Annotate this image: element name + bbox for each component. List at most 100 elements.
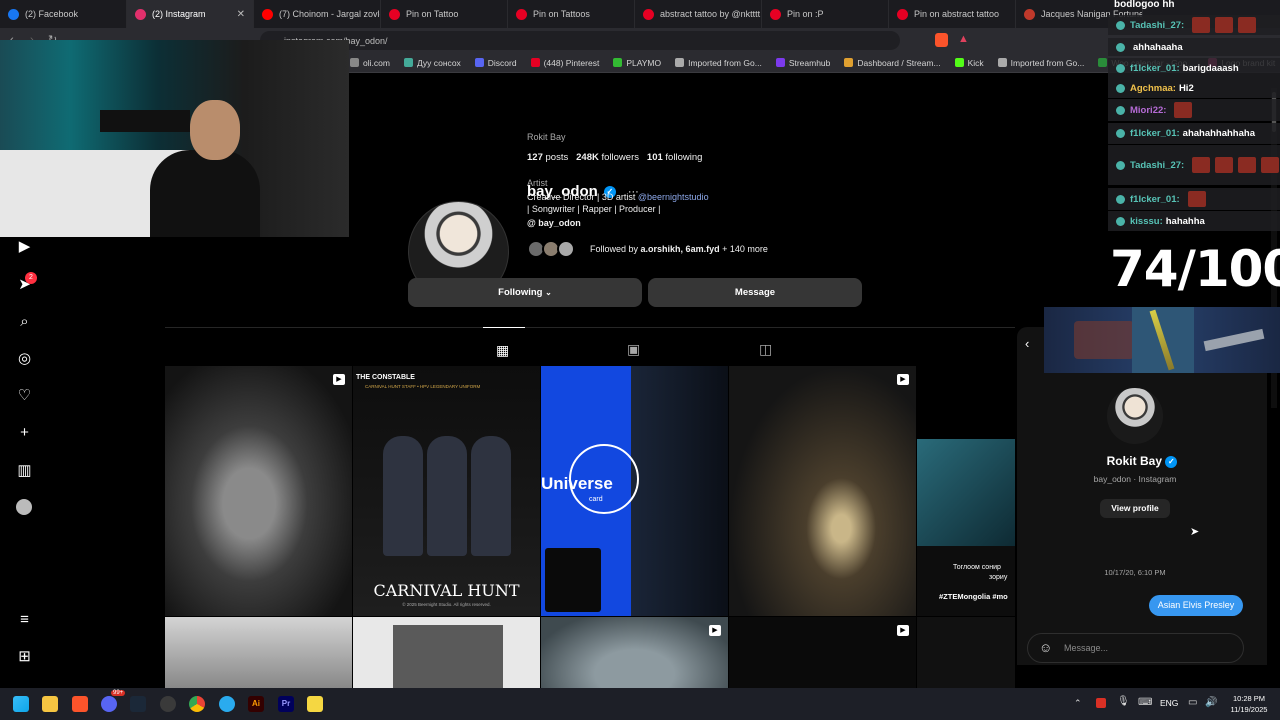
followers-label[interactable]: followers <box>602 152 640 163</box>
back-chevron-icon[interactable]: ‹ <box>1025 336 1029 351</box>
apps-icon[interactable]: ⊞ <box>16 648 33 665</box>
post-thumbnail[interactable]: ▶ <box>729 617 916 688</box>
tab-posts-grid-icon[interactable]: ▦ <box>496 342 509 359</box>
dm-message-input[interactable]: ☺ Message... <box>1027 633 1244 663</box>
bookmark-label: Kick <box>967 57 984 68</box>
dashboard-icon[interactable]: ▥ <box>16 462 33 479</box>
post-thumbnail[interactable] <box>917 439 1015 546</box>
obs-icon[interactable] <box>160 696 176 712</box>
post-thumbnail[interactable] <box>917 617 1015 688</box>
chrome-icon[interactable] <box>189 696 205 712</box>
following-label[interactable]: following <box>665 152 702 163</box>
sticky-notes-icon[interactable] <box>307 696 323 712</box>
profile-avatar-icon[interactable] <box>16 499 32 515</box>
bookmark-item[interactable]: Imported from Go... <box>997 58 1084 68</box>
telegram-icon[interactable] <box>219 696 235 712</box>
mouse-cursor-icon: ➤ <box>1190 526 1200 538</box>
chat-badge-icon <box>1116 42 1125 52</box>
bookmark-item[interactable]: Discord <box>474 58 517 68</box>
url-field[interactable]: instagram.com/bay_odon/ <box>260 31 900 50</box>
tab-favicon-icon <box>643 8 654 20</box>
post-thumbnail[interactable] <box>353 617 540 688</box>
create-icon[interactable]: + <box>16 424 33 441</box>
discord-badge: 99+ <box>111 690 126 696</box>
followers-count[interactable]: 248K <box>576 152 599 163</box>
bookmark-item[interactable]: Kick <box>954 57 984 68</box>
volume-icon[interactable]: 🔊 <box>1205 697 1217 708</box>
browser-tab[interactable]: Pin on Tattoo <box>381 0 508 28</box>
message-button[interactable]: Message <box>648 278 862 307</box>
browser-tab[interactable]: Pin on Tattoos <box>508 0 635 28</box>
chat-top-line: bodlogoo hh <box>1114 0 1175 10</box>
chat-badge-icon <box>1116 20 1125 30</box>
language-indicator[interactable]: ENG <box>1160 698 1178 708</box>
reels-icon[interactable]: ▶ <box>16 238 33 255</box>
post-thumbnail[interactable]: THE CONSTABLE CARNIVAL HUNT STAFF • HPV … <box>353 366 540 616</box>
rewards-icon[interactable]: ▲ <box>958 33 969 45</box>
dm-avatar[interactable] <box>1107 388 1163 444</box>
clock[interactable]: 10:28 PM 11/19/2025 <box>1224 693 1274 715</box>
bookmark-item[interactable]: Imported from Go... <box>675 58 762 68</box>
dm-message-bubble[interactable]: Asian Elvis Presley <box>1149 595 1243 616</box>
post-thumbnail[interactable]: ▶ <box>165 366 352 616</box>
bio-text-1: Creative Director | 3D artist <box>527 192 636 202</box>
post-thumbnail[interactable]: ▶ <box>541 617 728 688</box>
following-count[interactable]: 101 <box>647 152 663 163</box>
keyboard-icon[interactable]: ⌨ <box>1138 697 1152 708</box>
browser-tab[interactable]: Pin on :P <box>762 0 889 28</box>
emoji-icon[interactable]: ☺ <box>1039 640 1052 655</box>
threads-link[interactable]: @ bay_odon <box>527 218 581 228</box>
followed-by-names: a.orshikh, 6am.fyd <box>640 244 720 254</box>
followed-by-text[interactable]: Followed by a.orshikh, 6am.fyd + 140 mor… <box>590 244 768 254</box>
post-caption-block[interactable]: Тоглоом сонир зориу #ZTEMongolia #mo <box>917 546 1015 616</box>
steam-icon[interactable] <box>130 696 146 712</box>
heart-icon[interactable]: ♡ <box>16 387 33 404</box>
search-icon[interactable]: ⌕ <box>16 313 33 330</box>
discord-icon[interactable] <box>101 696 117 712</box>
bookmark-item[interactable]: (448) Pinterest <box>530 57 600 68</box>
tab-label: Pin on Tattoo <box>406 9 459 19</box>
windows-start-icon[interactable] <box>13 696 29 712</box>
brave-icon[interactable] <box>72 696 88 712</box>
bio-mention-link[interactable]: @beernightstudio <box>638 192 709 202</box>
browser-tab[interactable]: (2) Instagram ✕ <box>127 0 254 28</box>
browser-tab[interactable]: (7) Choinom - Jargal zovlo <box>254 0 381 28</box>
skin-showcase-overlay <box>1044 307 1280 373</box>
browser-tab[interactable]: Pin on abstract tattoo <box>889 0 1016 28</box>
explore-icon[interactable]: ◎ <box>16 350 33 367</box>
tray-chevron-icon[interactable]: ⌃ <box>1074 698 1082 709</box>
premiere-icon[interactable]: Pr <box>278 696 294 712</box>
network-icon[interactable]: ▭ <box>1188 697 1197 708</box>
chat-username: Agchmaa: <box>1130 82 1176 94</box>
tab-tagged-icon[interactable]: ◫ <box>759 341 772 358</box>
view-profile-button[interactable]: View profile <box>1100 499 1170 518</box>
menu-icon[interactable]: ≡ <box>16 611 33 628</box>
post-thumbnail[interactable]: Universe card <box>541 366 728 616</box>
following-button[interactable]: Following ⌄ <box>408 278 642 307</box>
file-explorer-icon[interactable] <box>42 696 58 712</box>
tab-close-icon[interactable]: ✕ <box>237 9 245 20</box>
microphone-icon[interactable]: 🎙 <box>1117 696 1130 707</box>
bookmark-item[interactable]: Dashboard / Stream... <box>844 58 941 68</box>
post-thumbnail[interactable]: ▶ <box>729 366 916 616</box>
bookmark-item[interactable]: Streamhub <box>775 58 830 68</box>
chat-badge-icon <box>1116 105 1125 115</box>
chat-emote-icon <box>1192 17 1211 33</box>
tab-reels-icon[interactable]: ▣ <box>627 341 640 358</box>
illustrator-icon[interactable]: Ai <box>248 696 264 712</box>
bookmark-item[interactable]: oli.com <box>350 58 390 68</box>
brave-shield-icon[interactable] <box>935 33 948 47</box>
browser-tab[interactable]: abstract tattoo by @nktttt <box>635 0 762 28</box>
skin-item <box>1203 328 1265 352</box>
post-thumbnail[interactable] <box>165 617 352 688</box>
browser-tab[interactable]: (2) Facebook <box>0 0 127 28</box>
bookmark-label: (448) Pinterest <box>543 57 600 68</box>
chat-message: Tadashi_27: <box>1108 145 1280 185</box>
profile-full-name: Rokit Bay <box>527 132 566 142</box>
bookmark-item[interactable]: PLAYMO <box>613 58 661 68</box>
bookmark-item[interactable]: Дуу сонсох <box>403 58 461 68</box>
chat-message: Agchmaa: Hi2 <box>1108 78 1280 98</box>
tray-app-icon[interactable] <box>1096 698 1106 708</box>
chat-badge-icon <box>1116 194 1125 204</box>
stream-chat-overlay: bodlogoo hh Tadashi_27: ahhahaaha f1Icker_… <box>1108 0 1280 300</box>
